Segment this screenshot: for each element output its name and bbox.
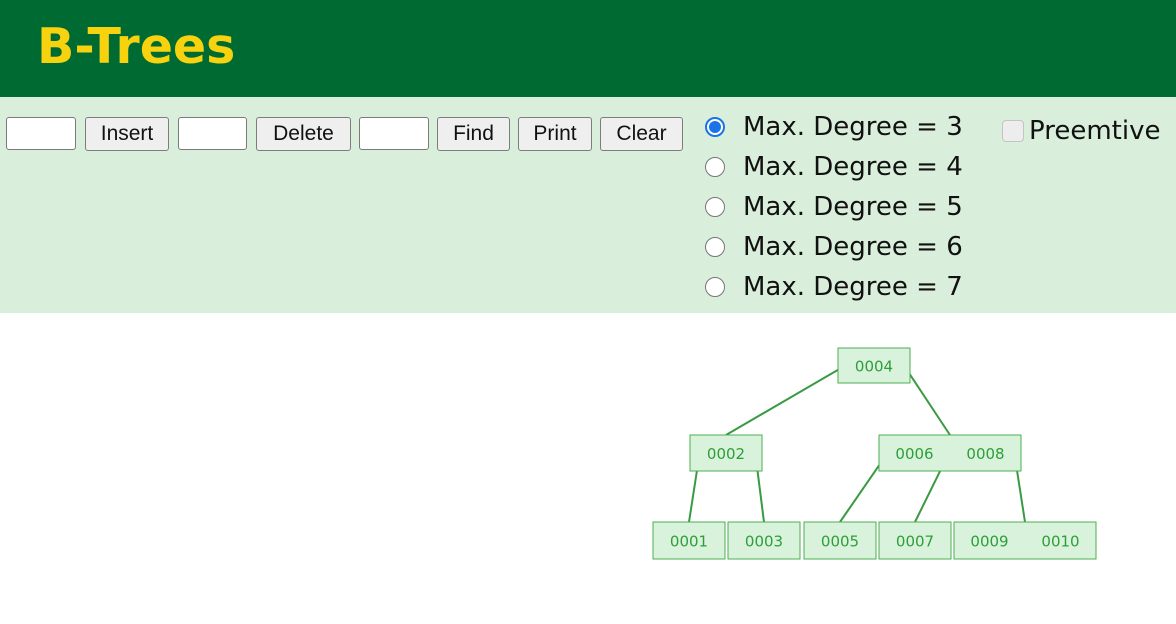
degree-label-5: Max. Degree = 5: [743, 192, 963, 222]
preemptive-checkbox[interactable]: [1002, 120, 1024, 142]
tree-key: 0004: [855, 358, 893, 376]
tree-key: 0002: [707, 445, 745, 463]
degree-radio-4[interactable]: [705, 157, 725, 177]
tree-node: 0002: [689, 434, 763, 472]
find-button[interactable]: Find: [437, 117, 510, 151]
degree-radio-3[interactable]: [705, 117, 725, 137]
page-title: B-Trees: [37, 18, 236, 75]
degree-option-4[interactable]: Max. Degree = 4: [703, 148, 988, 188]
tree-node: 0006 0008: [878, 434, 1022, 472]
tree-key: 0008: [966, 445, 1004, 463]
degree-radio-6[interactable]: [705, 237, 725, 257]
degree-label-4: Max. Degree = 4: [743, 152, 963, 182]
tree-key: 0001: [670, 533, 708, 551]
tree-node: 0007: [878, 521, 952, 560]
print-button[interactable]: Print: [518, 117, 592, 151]
insert-input[interactable]: [6, 117, 76, 150]
insert-button[interactable]: Insert: [85, 117, 169, 151]
degree-option-3[interactable]: Max. Degree = 3: [703, 108, 988, 148]
degree-label-6: Max. Degree = 6: [743, 232, 963, 262]
delete-input[interactable]: [178, 117, 247, 150]
tree-node: 0005: [803, 521, 877, 560]
tree-key: 0003: [745, 533, 783, 551]
page-header: B-Trees: [0, 0, 1176, 97]
tree-key: 0005: [821, 533, 859, 551]
tree-key: 0010: [1041, 533, 1079, 551]
preemptive-label[interactable]: Preemtive: [1029, 112, 1160, 150]
tree-key: 0009: [970, 533, 1008, 551]
tree-node: 0001: [652, 521, 726, 560]
degree-label-7: Max. Degree = 7: [743, 272, 963, 302]
tree-key: 0006: [895, 445, 933, 463]
delete-button[interactable]: Delete: [256, 117, 351, 151]
tree-node: 0003: [727, 521, 801, 560]
tree-edge: [725, 363, 849, 436]
degree-label-3: Max. Degree = 3: [743, 112, 963, 142]
tree-node: 0004: [837, 347, 911, 384]
find-input[interactable]: [359, 117, 429, 150]
tree-node: 0009 0010: [953, 521, 1097, 560]
degree-radio-5[interactable]: [705, 197, 725, 217]
tree-key: 0007: [896, 533, 934, 551]
degree-option-5[interactable]: Max. Degree = 5: [703, 188, 988, 228]
degree-option-6[interactable]: Max. Degree = 6: [703, 228, 988, 268]
degree-radio-7[interactable]: [705, 277, 725, 297]
degree-option-7[interactable]: Max. Degree = 7: [703, 268, 988, 308]
btree-canvas: 0004 0002 0006 0008 0001 0003 0005 0007 0009 0010: [652, 347, 1097, 560]
clear-button[interactable]: Clear: [600, 117, 683, 151]
